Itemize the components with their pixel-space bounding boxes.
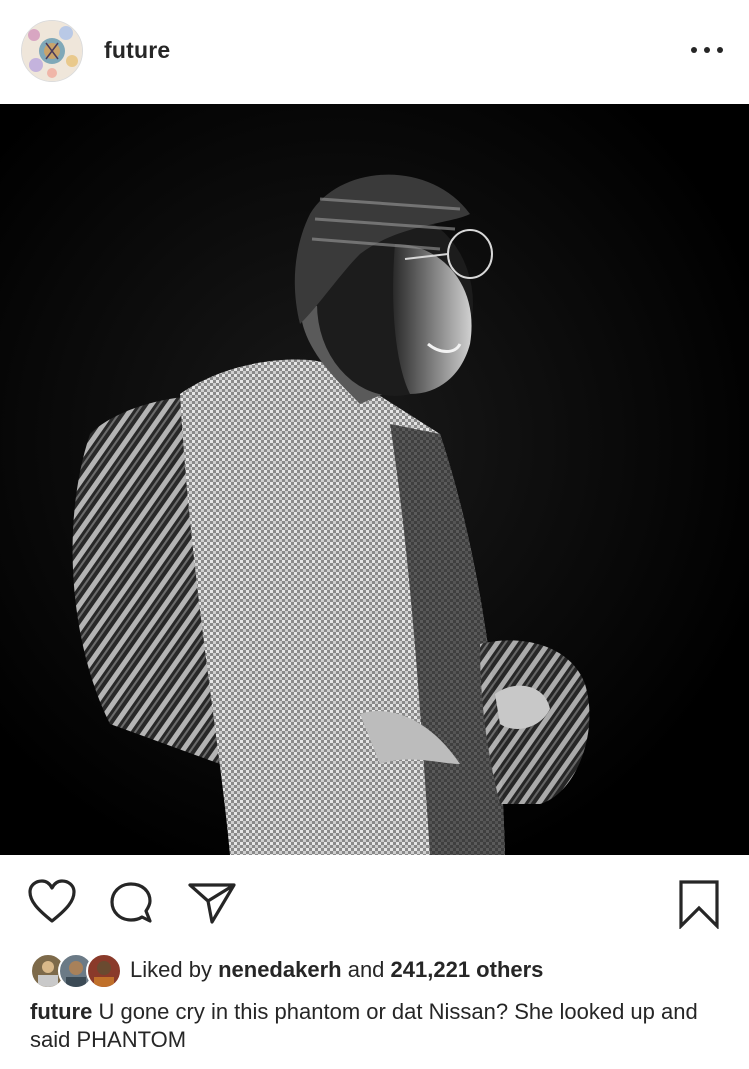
likes-text[interactable]: Liked by nenedakerh and 241,221 others <box>130 957 543 983</box>
more-options-icon[interactable] <box>691 38 723 62</box>
heart-icon[interactable] <box>27 879 77 925</box>
comment-icon[interactable] <box>108 881 156 929</box>
liker-avatars[interactable] <box>30 953 122 989</box>
first-liker-username[interactable]: nenedakerh <box>218 957 342 982</box>
send-icon[interactable] <box>187 881 237 925</box>
caption-text: U gone cry in this phantom or dat Nissan… <box>30 999 698 1052</box>
post-caption: future U gone cry in this phantom or dat… <box>30 998 730 1054</box>
avatar-image <box>22 21 82 81</box>
likes-and: and <box>347 957 385 982</box>
performer-photo <box>0 104 749 855</box>
bookmark-icon[interactable] <box>678 879 720 929</box>
post-photo[interactable] <box>0 104 749 855</box>
post-username[interactable]: future <box>104 37 170 64</box>
action-bar <box>0 855 749 950</box>
liker-avatar <box>86 953 122 989</box>
post-header: future <box>0 0 749 104</box>
likes-prefix: Liked by <box>130 957 212 982</box>
profile-avatar[interactable] <box>21 20 83 82</box>
likes-count[interactable]: 241,221 others <box>391 957 544 982</box>
likes-row: Liked by nenedakerh and 241,221 others <box>30 952 543 989</box>
caption-username[interactable]: future <box>30 999 92 1024</box>
